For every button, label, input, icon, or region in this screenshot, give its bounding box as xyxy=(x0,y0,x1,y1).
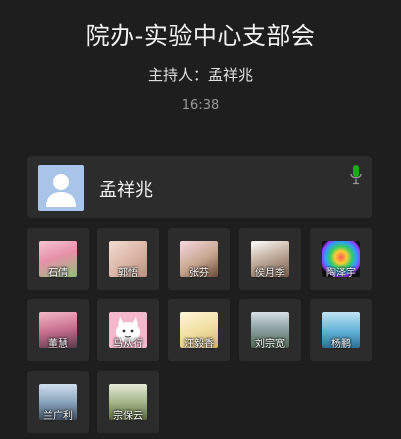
participant-name: 马从行 xyxy=(113,339,143,350)
participant-name: 杨鹏 xyxy=(331,339,351,350)
participant-name: 宗保云 xyxy=(113,411,143,422)
participant-tile[interactable]: 侯月季 xyxy=(239,228,301,290)
microphone-icon[interactable] xyxy=(350,165,362,185)
participant-name: 兰广利 xyxy=(43,411,73,422)
participant-name: 陶泽宇 xyxy=(326,268,356,279)
participant-name: 董慧 xyxy=(48,339,68,350)
default-user-avatar-icon xyxy=(38,165,84,211)
participant-tile[interactable]: 汪毅香 xyxy=(168,299,230,361)
participant-tile[interactable]: 董慧 xyxy=(27,299,89,361)
host-card[interactable]: 孟祥兆 xyxy=(27,156,372,218)
meeting-time: 16:38 xyxy=(181,98,220,113)
participant-tile[interactable]: 张芬 xyxy=(168,228,230,290)
participant-name: 刘宗宽 xyxy=(255,339,285,350)
participant-tile[interactable]: 兰广利 xyxy=(27,371,89,433)
participant-tile[interactable]: 石倩 xyxy=(27,228,89,290)
participant-name: 郭悟 xyxy=(118,268,138,279)
host-name: 孟祥兆 xyxy=(99,180,153,201)
participant-tile[interactable]: 刘宗宽 xyxy=(239,299,301,361)
participant-tile[interactable]: 宗保云 xyxy=(97,371,159,433)
participant-tile[interactable]: 郭悟 xyxy=(97,228,159,290)
host-line: 主持人：孟祥兆 xyxy=(147,66,253,84)
meeting-title: 院办-实验中心支部会 xyxy=(85,22,316,50)
participant-tile[interactable]: 杨鹏 xyxy=(310,299,372,361)
participant-tile[interactable]: 陶泽宇 xyxy=(310,228,372,290)
participant-name: 石倩 xyxy=(48,268,68,279)
participant-tile[interactable]: 马从行 xyxy=(97,299,159,361)
participant-name: 张芬 xyxy=(189,268,209,279)
participant-name: 汪毅香 xyxy=(184,339,214,350)
participant-name: 侯月季 xyxy=(255,268,285,279)
